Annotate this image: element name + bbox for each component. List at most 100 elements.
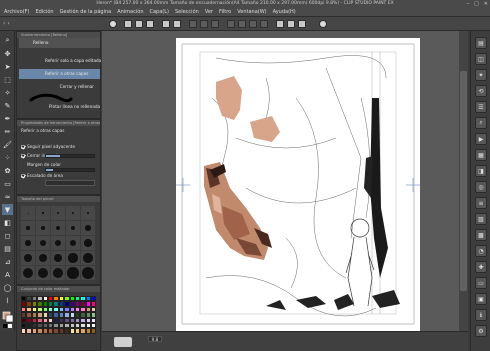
open-file-icon[interactable]: [135, 20, 143, 28]
subtool-group-fill[interactable]: Relleno: [19, 38, 100, 48]
brush-size-option[interactable]: [51, 206, 65, 220]
brush-size-option[interactable]: [21, 266, 35, 280]
animation-timeline-icon[interactable]: ▭: [475, 277, 487, 289]
selection-icon[interactable]: [260, 20, 268, 28]
deselect-icon[interactable]: [238, 20, 246, 28]
subtool-item-paint-unfilled[interactable]: Pintar línea no rellenada: [19, 102, 100, 112]
zoom-input[interactable]: 9.8: [148, 336, 162, 342]
chevron-left-icon[interactable]: ‹: [3, 20, 5, 27]
menu-ventana[interactable]: Ventana(W): [237, 8, 266, 16]
frame-tool-icon[interactable]: ▤: [2, 243, 13, 254]
intermediate-color-icon[interactable]: ▧: [475, 213, 487, 225]
move-tool-icon[interactable]: ✥: [2, 48, 13, 59]
brush-size-option[interactable]: [21, 221, 35, 235]
snap-grid-icon[interactable]: [298, 20, 306, 28]
menu-edicion[interactable]: Edición: [35, 8, 53, 16]
brush-size-option[interactable]: [21, 236, 35, 250]
auto-action-icon[interactable]: ▶: [475, 133, 487, 145]
canvas-area[interactable]: [102, 31, 468, 331]
ruler-tool-icon[interactable]: ⊿: [2, 256, 13, 267]
selection-tool-icon[interactable]: ⬚: [2, 74, 13, 85]
subtool-item-close-fill[interactable]: Cerrar y rellenar: [19, 82, 100, 92]
area-scaling-dropdown[interactable]: [45, 180, 95, 186]
brush-size-option[interactable]: [21, 206, 35, 220]
area-scaling-checkbox[interactable]: [21, 173, 25, 178]
snap-special-ruler-icon[interactable]: [287, 20, 295, 28]
color-slider-icon[interactable]: ≡: [475, 197, 487, 209]
menu-ayuda[interactable]: Ayuda(H): [273, 8, 296, 16]
clip-studio-icon[interactable]: [319, 20, 327, 28]
brush-size-option[interactable]: [66, 206, 80, 220]
brush-size-option[interactable]: [66, 221, 80, 235]
menu-animacion[interactable]: Animación: [117, 8, 143, 16]
operation-tool-icon[interactable]: ➤: [2, 61, 13, 72]
search-layer-icon[interactable]: ⌕: [475, 117, 487, 129]
app-logo-icon[interactable]: [109, 20, 117, 28]
layer-property-icon[interactable]: ☰: [475, 101, 487, 113]
brush-size-option[interactable]: [81, 206, 95, 220]
brush-size-option[interactable]: [81, 251, 95, 265]
fill-tool-icon[interactable]: ▼: [2, 204, 13, 215]
brush-size-option[interactable]: [81, 236, 95, 250]
brush-size-option[interactable]: [81, 266, 95, 280]
pen-tool-icon[interactable]: ✒: [2, 113, 13, 124]
brush-size-option[interactable]: [66, 236, 80, 250]
auto-select-tool-icon[interactable]: ✧: [2, 87, 13, 98]
approx-color-icon[interactable]: ▩: [475, 229, 487, 241]
brush-size-option[interactable]: [51, 251, 65, 265]
brush-size-option[interactable]: [51, 266, 65, 280]
pencil-tool-icon[interactable]: ✏: [2, 126, 13, 137]
transform-icon[interactable]: [227, 20, 235, 28]
vertical-scrollbar[interactable]: [459, 31, 468, 331]
brush-size-option[interactable]: [36, 206, 50, 220]
correct-line-tool-icon[interactable]: ⌇: [2, 295, 13, 306]
settings-icon[interactable]: ⚙: [475, 325, 487, 337]
navigator-icon[interactable]: ◫: [475, 53, 487, 65]
layer-icon[interactable]: ▤: [475, 37, 487, 49]
follow-adjacent-checkbox[interactable]: [21, 144, 25, 149]
decoration-tool-icon[interactable]: ✿: [2, 165, 13, 176]
history-icon[interactable]: ⟲: [475, 85, 487, 97]
material-icon[interactable]: ✦: [475, 69, 487, 81]
brush-size-option[interactable]: [21, 251, 35, 265]
brush-size-option[interactable]: [81, 221, 95, 235]
menu-filtro[interactable]: Filtro: [219, 8, 231, 16]
blend-tool-icon[interactable]: ≈: [2, 191, 13, 202]
brush-size-option[interactable]: [66, 266, 80, 280]
brush-size-option[interactable]: [36, 221, 50, 235]
brush-size-option[interactable]: [51, 236, 65, 250]
color-indicator[interactable]: [2, 311, 14, 329]
minimize-button[interactable]: –: [467, 0, 470, 8]
item-bank-icon[interactable]: ▦: [475, 149, 487, 161]
snap-ruler-icon[interactable]: [276, 20, 284, 28]
balloon-tool-icon[interactable]: ◯: [2, 282, 13, 293]
menu-archivo[interactable]: Archivo(F): [4, 8, 29, 16]
clear-outside-icon[interactable]: [200, 20, 208, 28]
info-icon[interactable]: ℹ: [475, 309, 487, 321]
color-margin-slider[interactable]: [45, 168, 95, 172]
brush-size-option[interactable]: [36, 251, 50, 265]
menu-capa[interactable]: Capa(L): [149, 8, 168, 16]
navigator-preview[interactable]: [114, 337, 132, 347]
menu-gestion-pagina[interactable]: Gestión de la página: [60, 8, 112, 16]
sub-view-icon[interactable]: ◨: [475, 165, 487, 177]
brush-size-option[interactable]: [51, 221, 65, 235]
eyedropper-tool-icon[interactable]: ✎: [2, 100, 13, 111]
brush-tool-icon[interactable]: 🖌: [2, 139, 13, 150]
close-button[interactable]: ✕: [484, 0, 488, 8]
chevron-right-icon[interactable]: ›: [7, 20, 9, 27]
subtool-item-edit-layer[interactable]: Referir solo a capa editada: [19, 56, 101, 66]
close-gap-slider[interactable]: [45, 154, 95, 158]
gradient-tool-icon[interactable]: ◧: [2, 217, 13, 228]
canvas-page[interactable]: [176, 38, 420, 331]
quick-access-icon[interactable]: ✚: [475, 261, 487, 273]
undo-icon[interactable]: [162, 20, 170, 28]
menu-ver[interactable]: Ver: [205, 8, 213, 16]
brush-size-option[interactable]: [66, 251, 80, 265]
subtool-item-other-layers[interactable]: Referir a otras capas: [19, 69, 100, 79]
zoom-tool-icon[interactable]: ⌕: [2, 35, 13, 46]
save-icon[interactable]: [146, 20, 154, 28]
invert-selection-icon[interactable]: [249, 20, 257, 28]
text-tool-icon[interactable]: A: [2, 269, 13, 280]
page-manager-icon[interactable]: ▣: [475, 293, 487, 305]
